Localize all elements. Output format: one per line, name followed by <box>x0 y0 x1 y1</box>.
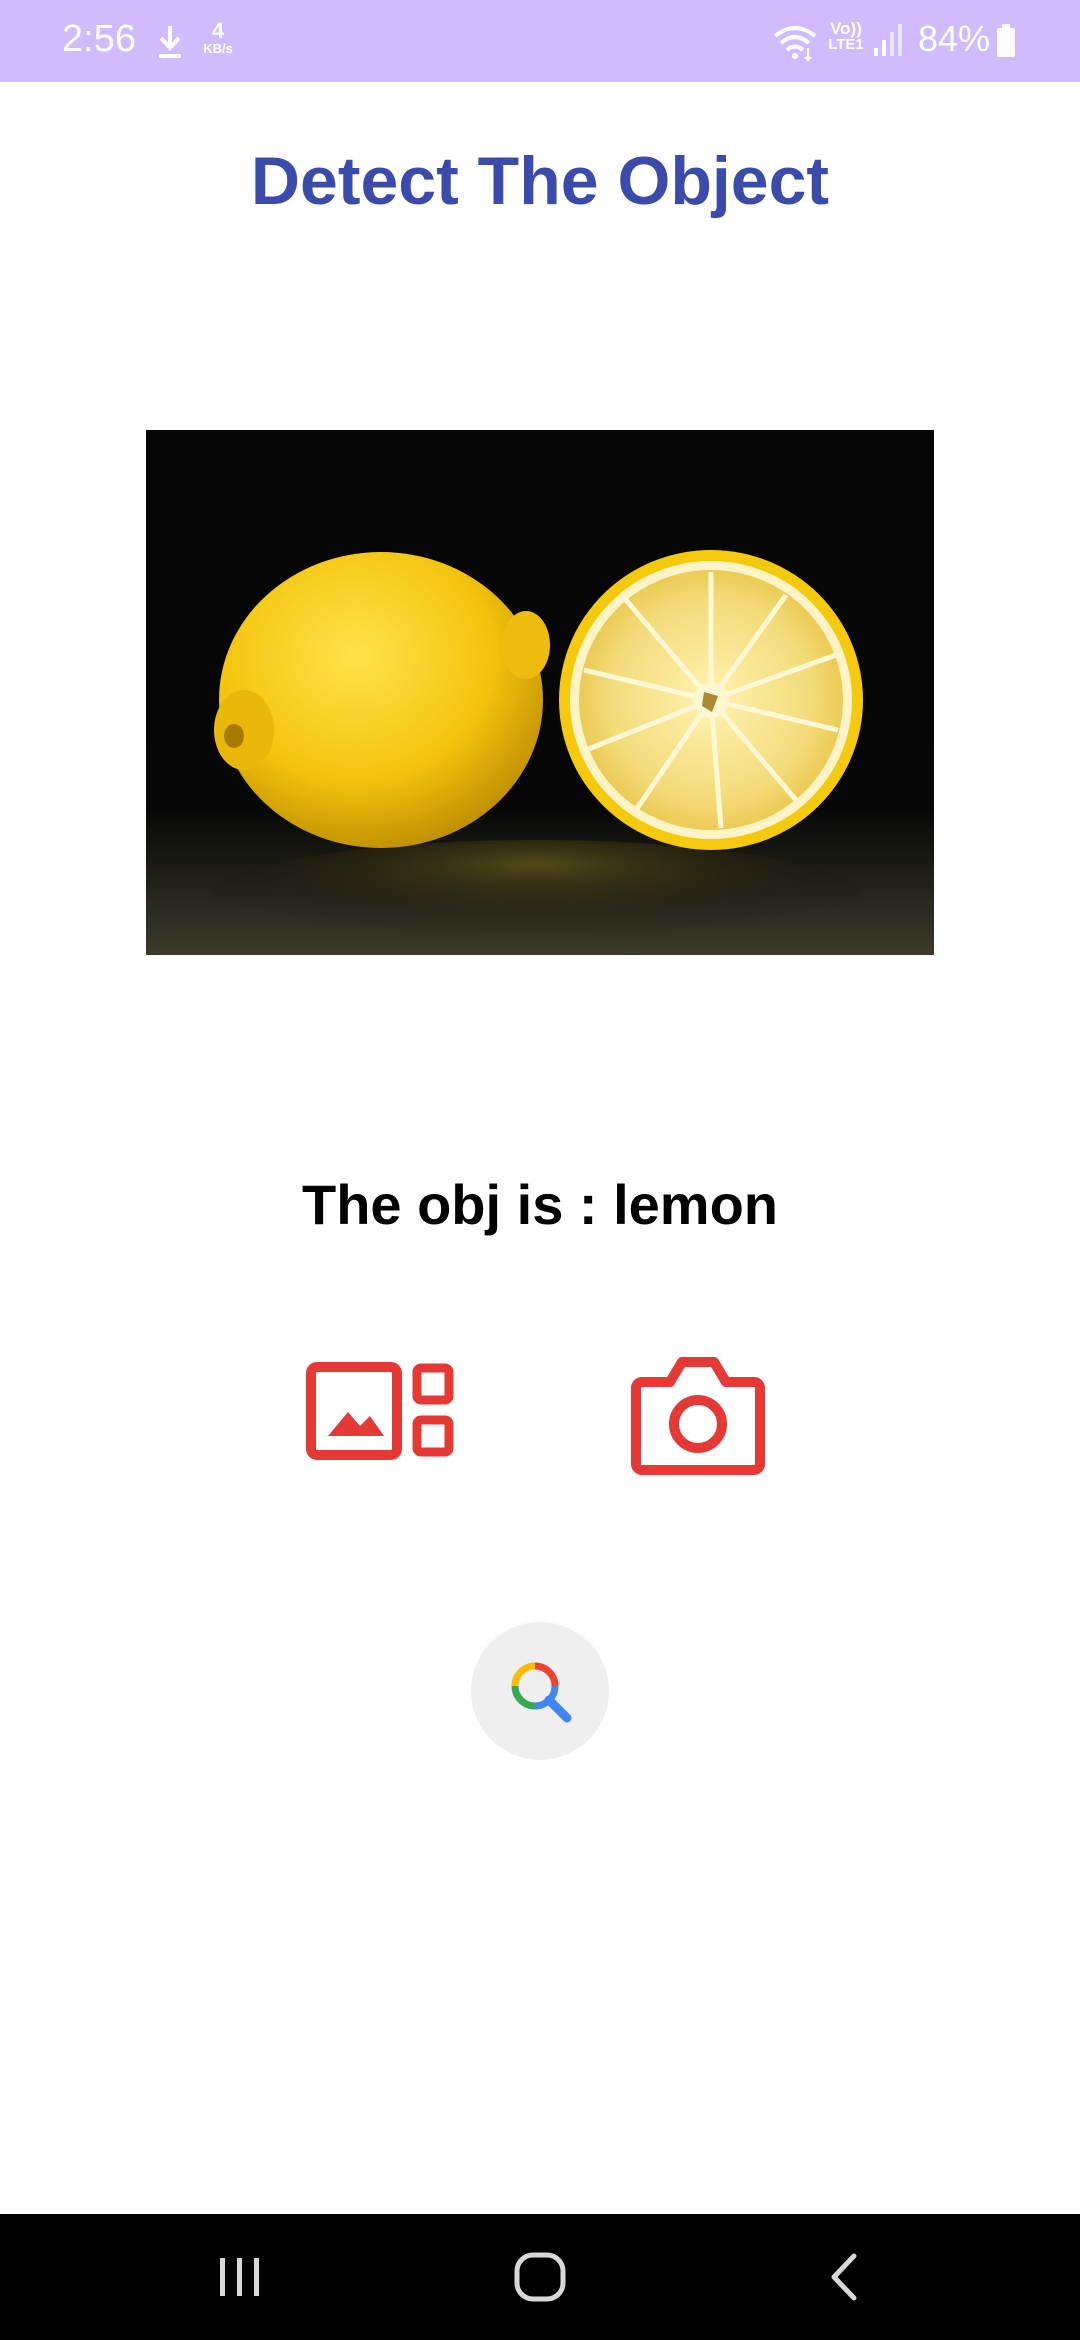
network-speed: 4 KB/s <box>196 18 240 56</box>
home-icon[interactable] <box>512 2250 568 2304</box>
camera-button[interactable] <box>630 1352 766 1476</box>
search-icon <box>511 1662 572 1723</box>
camera-icon <box>631 1357 765 1475</box>
download-icon <box>159 26 181 58</box>
status-bar: 2:56 4 KB/s Vo)) LTE1 84% <box>0 0 1080 82</box>
result-text: The obj is : lemon <box>301 1173 779 1236</box>
network-speed-value: 4 <box>211 18 225 43</box>
lemon-photo-art <box>146 430 934 955</box>
lte-label: LTE1 <box>828 36 864 53</box>
recents-icon[interactable] <box>210 2254 270 2300</box>
signal-icon <box>874 24 902 56</box>
status-time: 2:56 <box>62 18 136 60</box>
network-speed-unit: KB/s <box>203 41 233 56</box>
wifi-icon <box>773 26 817 62</box>
gallery-button[interactable] <box>306 1362 456 1462</box>
volte-label: Vo)) <box>830 19 862 38</box>
gallery-icon <box>306 1362 454 1460</box>
back-icon[interactable] <box>822 2252 866 2302</box>
navigation-bar <box>0 2214 1080 2340</box>
lemon-photo <box>146 430 934 955</box>
page-title: Detect The Object <box>250 143 830 219</box>
battery-icon <box>997 24 1015 57</box>
battery-percent: 84% <box>918 18 991 59</box>
volte-indicator: Vo)) LTE1 <box>824 20 868 52</box>
search-button[interactable] <box>471 1622 609 1760</box>
screen: 2:56 4 KB/s Vo)) LTE1 84% Detect The Obj… <box>0 0 1080 2340</box>
